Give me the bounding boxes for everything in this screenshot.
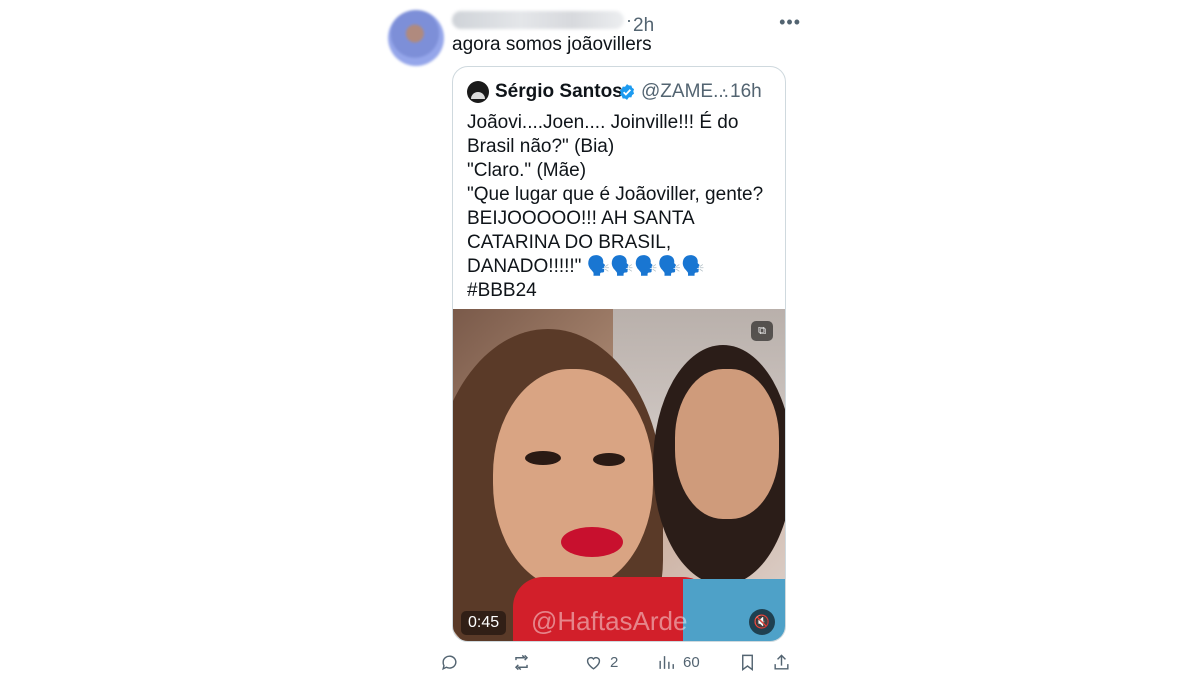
views-chart-icon xyxy=(659,655,674,669)
quoted-author-name[interactable]: Sérgio Santos xyxy=(495,81,623,103)
repost-button[interactable] xyxy=(512,650,538,674)
quoted-avatar[interactable] xyxy=(467,81,489,103)
video-face-right xyxy=(675,369,779,519)
gif-icon[interactable]: ⧉ xyxy=(751,321,773,341)
tweet[interactable]: · 2h ••• agora somos joãovillers Sérgio … xyxy=(388,0,800,675)
more-icon[interactable]: ••• xyxy=(779,12,801,33)
quoted-tweet[interactable]: Sérgio Santos @ZAME... · 16h Joãovi....J… xyxy=(452,66,786,642)
heart-icon xyxy=(586,656,601,670)
quoted-handle[interactable]: @ZAME... xyxy=(641,81,729,103)
tweet-text: agora somos joãovillers xyxy=(452,34,652,55)
bookmark-button[interactable] xyxy=(738,650,757,674)
views-count: 60 xyxy=(683,653,700,671)
bookmark-icon xyxy=(742,654,753,671)
video-lips xyxy=(561,527,623,557)
avatar[interactable] xyxy=(388,10,444,66)
separator-dot: · xyxy=(626,10,632,30)
repost-icon xyxy=(514,654,529,670)
blurred-author-name[interactable] xyxy=(452,11,624,29)
video-face-left xyxy=(493,369,653,589)
video-watermark: @HaftasArde xyxy=(531,606,688,636)
quoted-text: Joãovi....Joen.... Joinville!!! É do Bra… xyxy=(467,112,764,301)
share-button[interactable] xyxy=(772,650,791,674)
reply-icon xyxy=(442,654,457,670)
views-button[interactable]: 60 xyxy=(657,650,700,674)
tweet-time[interactable]: 2h xyxy=(633,16,654,35)
like-count: 2 xyxy=(610,653,619,671)
video-duration: 0:45 xyxy=(461,611,507,635)
verified-badge-icon xyxy=(619,84,635,100)
video-eye xyxy=(525,451,561,465)
share-icon xyxy=(774,653,789,670)
quoted-time[interactable]: 16h xyxy=(730,81,762,103)
tweet-actions: 2 60 xyxy=(442,650,792,674)
mute-icon[interactable]: 🔇 xyxy=(749,609,775,635)
video-eye xyxy=(593,453,625,466)
reply-button[interactable] xyxy=(440,650,466,674)
tweet-header: · 2h ••• xyxy=(452,8,800,35)
quoted-tweet-header: Sérgio Santos @ZAME... · 16h xyxy=(467,80,777,104)
separator-dot: · xyxy=(721,80,728,101)
like-button[interactable]: 2 xyxy=(584,650,618,674)
video-player[interactable]: ⧉ @HaftasArde 0:45 🔇 xyxy=(453,309,785,641)
